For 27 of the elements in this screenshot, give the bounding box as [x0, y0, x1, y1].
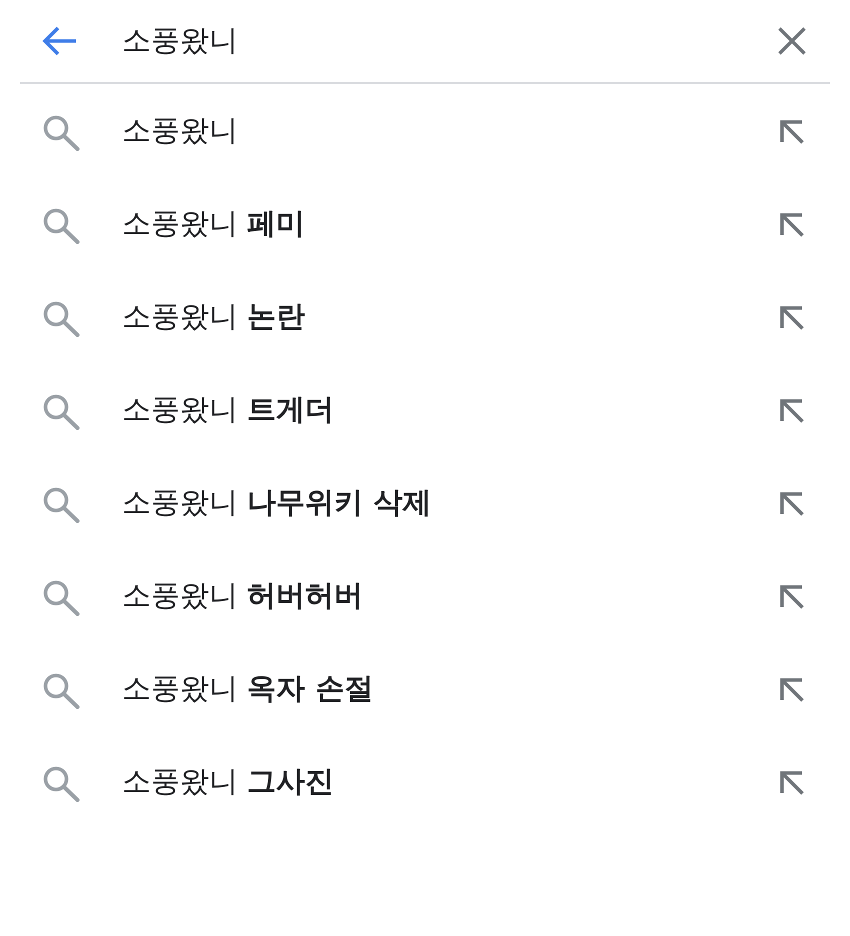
- up-left-arrow-icon[interactable]: [778, 676, 804, 702]
- search-icon: [42, 114, 80, 150]
- suggestion-text[interactable]: 소풍왔니 논란: [122, 296, 778, 336]
- suggestion-text[interactable]: 소풍왔니 그사진: [122, 762, 778, 802]
- search-icon: [42, 672, 80, 708]
- up-left-arrow-icon[interactable]: [778, 768, 804, 794]
- suggestion-text[interactable]: 소풍왔니 허버허버: [122, 576, 778, 616]
- up-left-arrow-icon[interactable]: [778, 210, 804, 236]
- suggestion-text[interactable]: 소풍왔니 옥자 손절: [122, 668, 778, 708]
- search-icon: [42, 580, 80, 616]
- up-left-arrow-icon[interactable]: [778, 304, 804, 330]
- back-arrow-icon[interactable]: [42, 26, 78, 56]
- search-field[interactable]: 소풍왔니: [122, 21, 758, 61]
- search-icon: [42, 300, 80, 336]
- search-icon: [42, 486, 80, 522]
- up-left-arrow-icon[interactable]: [778, 118, 804, 144]
- search-icon: [42, 394, 80, 430]
- search-icon: [42, 208, 80, 244]
- suggestion-text[interactable]: 소풍왔니 나무위키 삭제: [122, 482, 778, 522]
- suggestion-text[interactable]: 소풍왔니 트게더: [122, 390, 778, 430]
- up-left-arrow-icon[interactable]: [778, 490, 804, 516]
- suggestion-text[interactable]: 소풍왔니 페미: [122, 204, 778, 244]
- up-left-arrow-icon[interactable]: [778, 582, 804, 608]
- up-left-arrow-icon[interactable]: [778, 396, 804, 422]
- search-icon: [42, 766, 80, 802]
- close-icon[interactable]: [778, 27, 806, 55]
- suggestion-text[interactable]: 소풍왔니: [122, 110, 778, 150]
